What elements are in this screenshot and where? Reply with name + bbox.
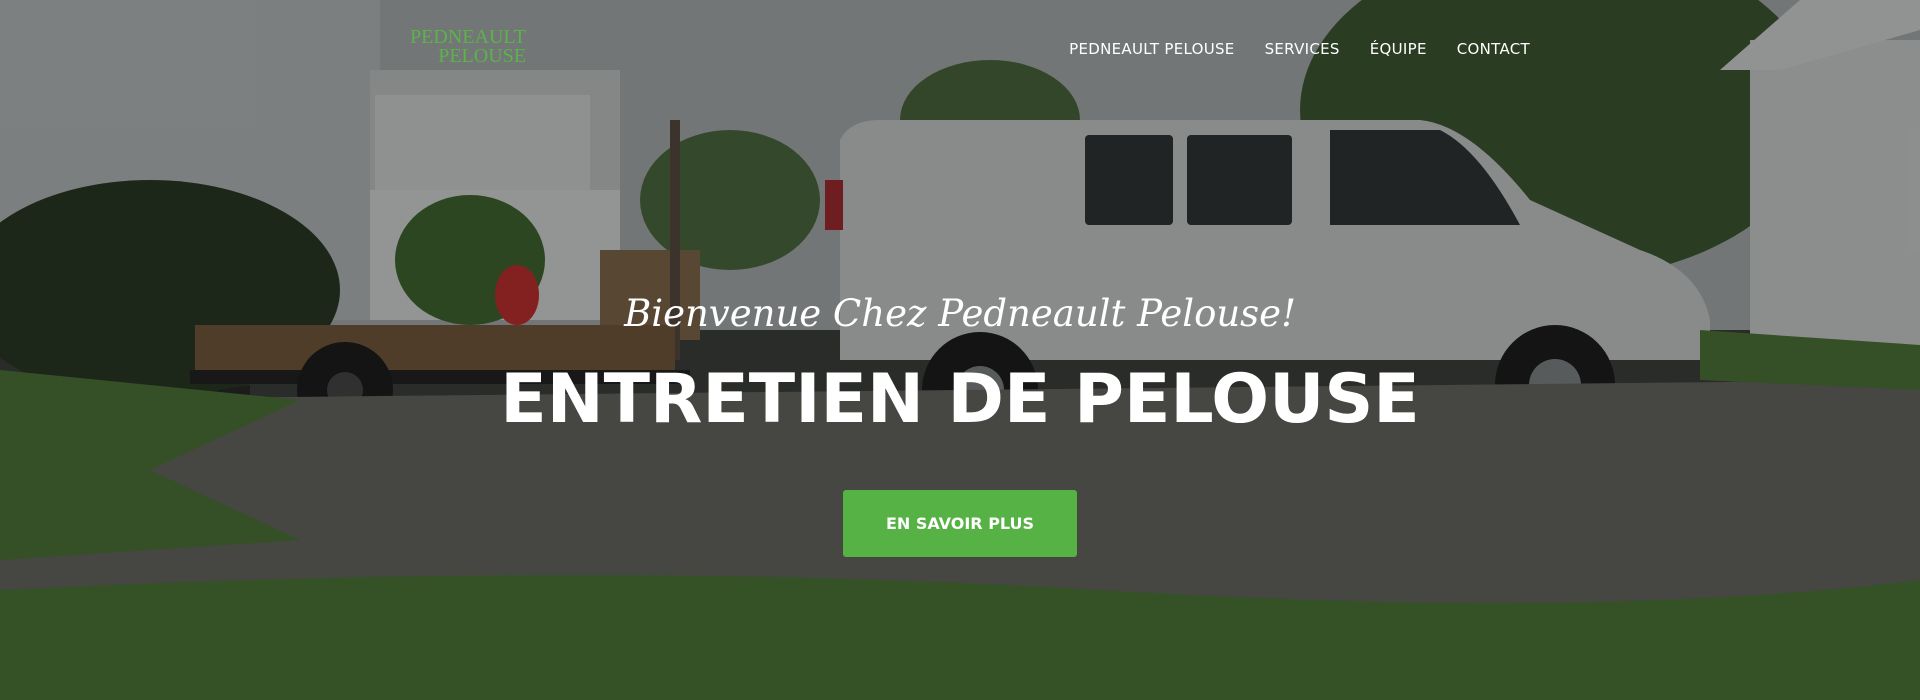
site-logo[interactable]: PEDNEAULT PELOUSE [402, 27, 526, 67]
nav-item-services[interactable]: SERVICES [1265, 40, 1340, 58]
main-navigation: PEDNEAULT PELOUSE SERVICES ÉQUIPE CONTAC… [1069, 40, 1530, 58]
hero-welcome-text: Bienvenue Chez Pedneault Pelouse! [624, 292, 1296, 335]
hero-headline: ENTRETIEN DE PELOUSE [500, 360, 1420, 439]
logo-line-2: PELOUSE [438, 45, 526, 67]
hero-dark-overlay [0, 0, 1920, 700]
nav-item-contact[interactable]: CONTACT [1457, 40, 1530, 58]
nav-item-equipe[interactable]: ÉQUIPE [1370, 40, 1427, 58]
hero-section: PEDNEAULT PELOUSE PEDNEAULT PELOUSE SERV… [0, 0, 1920, 700]
nav-item-pedneault-pelouse[interactable]: PEDNEAULT PELOUSE [1069, 40, 1234, 58]
learn-more-button[interactable]: EN SAVOIR PLUS [843, 490, 1077, 557]
